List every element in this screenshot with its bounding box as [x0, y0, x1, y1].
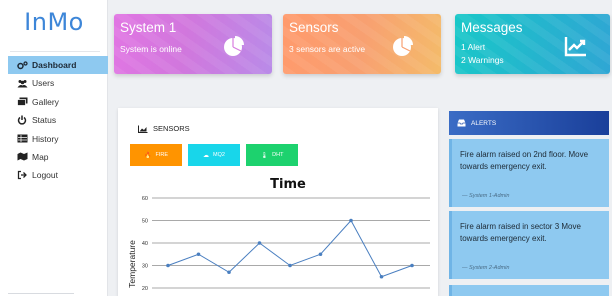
card-warning-count: 2 Warnings: [461, 55, 504, 65]
fire-sensor-button[interactable]: 🔥 FIRE: [130, 144, 182, 166]
inbox-icon: [457, 119, 466, 127]
y-axis-label: Temperature: [127, 240, 137, 288]
table-icon: [16, 134, 28, 144]
data-point: [196, 252, 201, 257]
alerts-header: ALERTS: [449, 111, 609, 135]
sidebar-item-label: Users: [32, 78, 55, 89]
sidebar-item-logout[interactable]: Logout: [0, 166, 108, 184]
button-label: MQ2: [213, 152, 225, 158]
line-chart-icon: [564, 37, 586, 57]
sidebar: InMo Dashboard Users Gallery Status Hist…: [0, 0, 108, 296]
card-status-text: 3 sensors are active: [289, 44, 366, 54]
sidebar-nav: Dashboard Users Gallery Status History M…: [0, 56, 108, 185]
sidebar-item-gallery[interactable]: Gallery: [0, 93, 108, 111]
gas-icon: ☁: [203, 152, 210, 159]
card-title: Messages: [461, 20, 523, 35]
card-sensors[interactable]: Sensors 3 sensors are active: [283, 14, 441, 74]
sidebar-item-status[interactable]: Status: [0, 111, 108, 129]
map-icon: [16, 152, 28, 162]
temperature-chart: Time 20 30 40 50 60 Temperature: [127, 177, 430, 292]
brand-divider: [10, 51, 100, 52]
sidebar-item-label: Map: [32, 151, 49, 162]
sidebar-item-map[interactable]: Map: [0, 148, 108, 166]
sidebar-item-label: History: [32, 133, 59, 144]
panel-title: SENSORS: [153, 124, 190, 133]
pie-chart-icon: [224, 36, 244, 56]
alert-source: — System 2-Admin: [462, 265, 510, 271]
alerts-panel: ALERTS Fire alarm raised on 2nd floor. M…: [449, 111, 609, 296]
sidebar-item-label: Gallery: [32, 96, 59, 107]
power-icon: [16, 115, 28, 125]
card-messages[interactable]: Messages 1 Alert 2 Warnings: [455, 14, 610, 74]
card-system[interactable]: System 1 System is online: [114, 14, 272, 74]
flame-icon: 🔥: [143, 152, 152, 159]
data-point: [227, 270, 231, 275]
sidebar-item-dashboard[interactable]: Dashboard: [8, 56, 108, 74]
gears-icon: [16, 60, 28, 70]
y-tick-label: 30: [142, 264, 148, 270]
button-label: FIRE: [155, 152, 168, 158]
card-title: Sensors: [289, 20, 339, 35]
y-tick-label: 20: [142, 286, 148, 292]
sidebar-item-users[interactable]: Users: [0, 74, 108, 92]
sensors-panel: SENSORS 🔥 FIRE ☁ MQ2 🌡 DHT Time 20 30 40 50 6…: [118, 108, 438, 296]
data-point: [349, 218, 353, 223]
card-title: System 1: [120, 20, 177, 35]
alert-item[interactable]: [449, 285, 609, 296]
gallery-icon: [16, 97, 28, 107]
sidebar-item-label: Dashboard: [32, 60, 77, 70]
card-alert-count: 1 Alert: [461, 42, 486, 52]
card-status-text: System is online: [120, 44, 182, 54]
y-tick-label: 40: [142, 241, 148, 247]
sidebar-item-label: Logout: [32, 170, 58, 181]
button-label: DHT: [272, 152, 284, 158]
alert-item[interactable]: Fire alarm raised on 2nd floor. Move tow…: [449, 139, 609, 207]
data-point: [288, 263, 292, 268]
y-tick-label: 50: [142, 219, 148, 225]
alert-message: Fire alarm raised on 2nd floor. Move tow…: [460, 150, 589, 171]
logout-icon: [16, 170, 28, 180]
area-chart-icon: [138, 125, 148, 133]
sidebar-item-label: Status: [32, 115, 57, 126]
alerts-title: ALERTS: [471, 119, 497, 127]
series-line: [167, 219, 413, 278]
data-point: [166, 263, 170, 268]
sidebar-divider: [8, 293, 74, 294]
brand-logo[interactable]: InMo: [0, 8, 108, 36]
data-point: [257, 241, 262, 245]
pie-chart-icon: [393, 36, 413, 56]
alert-source: — System 1-Admin: [462, 193, 510, 199]
alert-message: Fire alarm raised in sector 3 Move towar…: [460, 222, 581, 243]
panel-header: SENSORS: [138, 124, 190, 133]
data-point: [410, 263, 414, 268]
data-point: [318, 252, 323, 257]
users-icon: [16, 78, 28, 88]
mq2-sensor-button[interactable]: ☁ MQ2: [188, 144, 240, 166]
data-point: [379, 274, 384, 279]
alert-item[interactable]: Fire alarm raised in sector 3 Move towar…: [449, 211, 609, 279]
chart-title: Time: [270, 177, 306, 192]
sidebar-item-history[interactable]: History: [0, 130, 108, 148]
thermometer-icon: 🌡: [260, 152, 269, 159]
dht-sensor-button[interactable]: 🌡 DHT: [246, 144, 298, 166]
y-tick-label: 60: [142, 196, 148, 202]
